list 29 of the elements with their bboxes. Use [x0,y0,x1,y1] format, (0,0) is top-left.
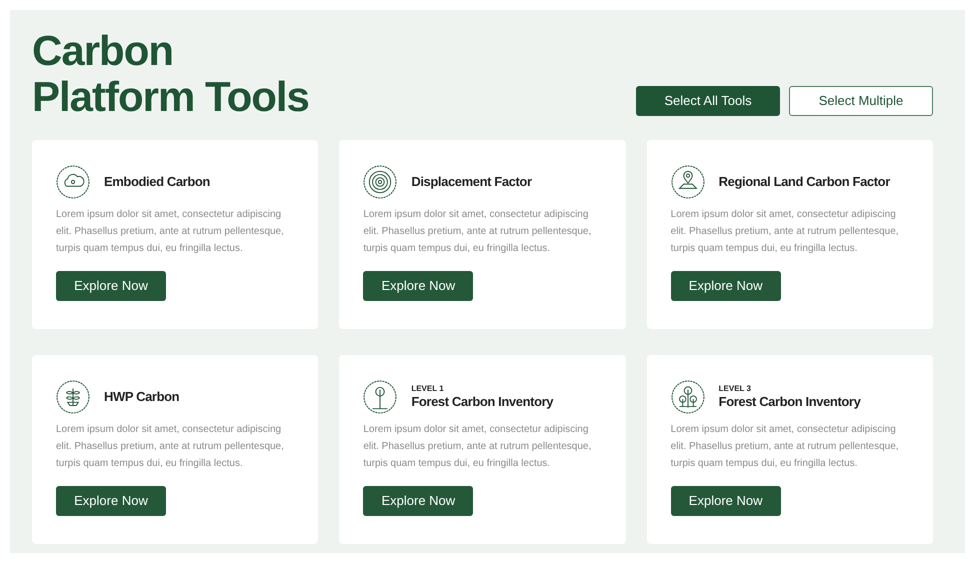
tool-description: Lorem ipsum dolor sit amet, consectetur adipiscing elit. Phasellus pretium, ante at rutrum pellentesque, turpis quam tempus dui, eu fringilla lectus. [56,423,285,471]
tool-title: HWP Carbon [104,389,180,405]
tool-description: Lorem ipsum dolor sit amet, consectetur adipiscing elit. Phasellus pretium, ante at rutrum pellentesque, turpis quam tempus dui, eu fringilla lectus. [56,208,285,256]
explore-button[interactable]: Explore Now [363,486,474,516]
tool-description: Lorem ipsum dolor sit amet, consectetur adipiscing elit. Phasellus pretium, ante at rutrum pellentesque, turpis quam tempus dui, eu fringilla lectus. [363,208,592,256]
action-button[interactable]: Select All Tools [636,86,780,116]
tool-title: Forest Carbon Inventory [718,394,860,410]
explore-button[interactable]: Explore Now [56,271,166,301]
tool-title: Regional Land Carbon Factor [718,174,890,190]
tool-title: Embodied Carbon [104,174,210,190]
tool-title: Displacement Factor [411,174,532,190]
level-label: LEVEL 1 [411,384,445,394]
explore-button[interactable]: Explore Now [670,271,781,301]
tool-title: Forest Carbon Inventory [411,394,554,410]
trees-icon [670,380,705,414]
map-pin-icon [670,165,705,199]
tool-description: Lorem ipsum dolor sit amet, consectetur adipiscing elit. Phasellus pretium, ante at rutrum pellentesque, turpis quam tempus dui, eu fringilla lectus. [670,423,900,471]
explore-button[interactable]: Explore Now [363,271,474,301]
tree-icon [363,380,398,414]
explore-button[interactable]: Explore Now [56,486,166,516]
tool-description: Lorem ipsum dolor sit amet, consectetur adipiscing elit. Phasellus pretium, ante at rutrum pellentesque, turpis quam tempus dui, eu fringilla lectus. [670,208,900,256]
tree-rings-icon [363,165,398,199]
plant-icon [56,380,90,414]
level-label: LEVEL 3 [718,384,752,394]
tool-description: Lorem ipsum dolor sit amet, consectetur adipiscing elit. Phasellus pretium, ante at rutrum pellentesque, turpis quam tempus dui, eu fringilla lectus. [363,423,592,471]
page-title: Carbon Platform Tools [32,28,309,120]
action-button[interactable]: Select Multiple [789,86,933,116]
explore-button[interactable]: Explore Now [670,486,781,516]
cloud-icon [56,165,90,199]
